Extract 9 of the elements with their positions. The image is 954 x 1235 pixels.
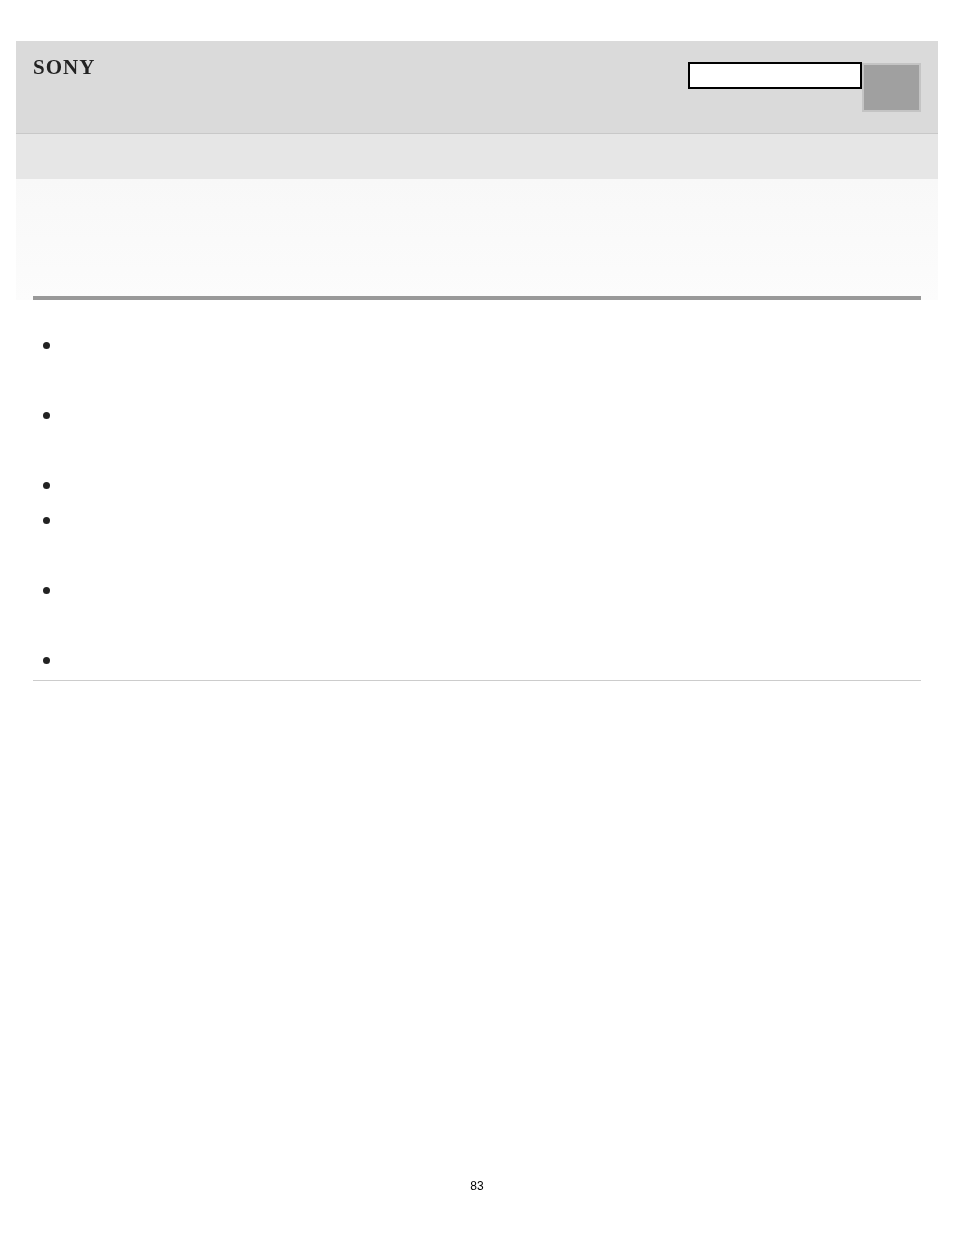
sony-logo: SONY (33, 55, 96, 79)
bullet-icon (43, 342, 50, 349)
page-number: 83 (470, 1178, 484, 1195)
search-field[interactable] (688, 62, 862, 89)
bullet-icon (43, 412, 50, 419)
bullet-icon (43, 587, 50, 594)
bullet-icon (43, 517, 50, 524)
bullet-icon (43, 482, 50, 489)
bullet-icon (43, 657, 50, 664)
